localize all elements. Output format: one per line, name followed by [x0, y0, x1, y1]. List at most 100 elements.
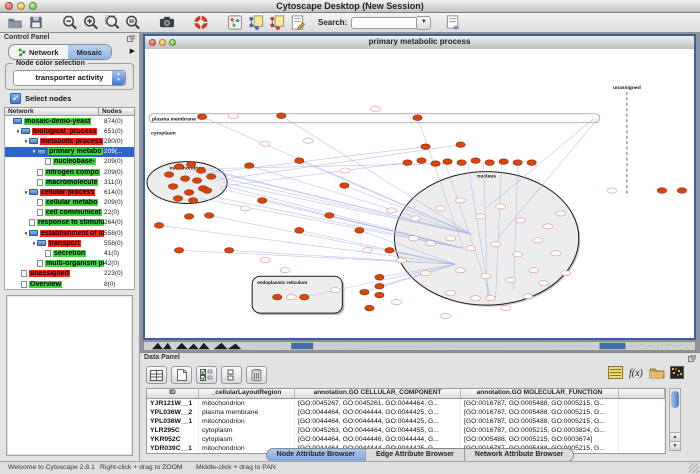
- search-dropdown-arrow[interactable]: ▼: [417, 16, 431, 30]
- delete-attribute-icon[interactable]: [246, 366, 267, 384]
- tree-row[interactable]: cell communicat22(0): [5, 208, 134, 218]
- search-config-icon[interactable]: [444, 14, 462, 31]
- resize-grip-icon[interactable]: [689, 463, 699, 473]
- folder-icon: [37, 149, 46, 155]
- zoom-selected-icon[interactable]: [103, 14, 121, 31]
- tree-row-count: 558(0): [104, 240, 134, 247]
- tree-row-count: 280(0): [104, 138, 134, 145]
- tree-row[interactable]: ▼cellular process614(0): [5, 187, 134, 197]
- network-file-icon: [37, 260, 43, 267]
- matrix-icon[interactable]: [670, 366, 684, 379]
- new-attribute-icon[interactable]: [171, 366, 192, 384]
- tab-network-attribute-browser[interactable]: Network Attribute Browser: [465, 449, 573, 461]
- status-pan-hint: Middle-click + drag to PAN: [196, 464, 276, 471]
- column-header[interactable]: [619, 389, 665, 398]
- column-header[interactable]: _cellularLayoutRegion: [199, 389, 295, 398]
- zoom-out-icon[interactable]: [61, 14, 79, 31]
- function-builder-icon[interactable]: f(x): [628, 366, 644, 379]
- table-row[interactable]: YKR052Ccytoplasm[GO:0044464, GO:0044446,…: [147, 435, 665, 444]
- annotation-icon[interactable]: [289, 14, 307, 31]
- table-cell: [GO:0044464, GO:0044446, GO:0044444, G..…: [295, 435, 461, 444]
- tree-column-nodes[interactable]: Nodes: [99, 108, 134, 115]
- tree-row[interactable]: ▼transport558(0): [5, 238, 134, 248]
- search-input[interactable]: [351, 17, 417, 29]
- zoom-fit-icon[interactable]: [124, 14, 142, 31]
- float-panel-icon[interactable]: [688, 355, 696, 362]
- tree-row-label: unassigned: [29, 270, 70, 277]
- folder-icon: [29, 230, 38, 236]
- attribute-batch-icon[interactable]: [608, 366, 623, 379]
- svg-text:nucleus: nucleus: [477, 174, 496, 180]
- table-row[interactable]: YJR121W__1mitochondrion[GO:0045267, GO:0…: [147, 399, 665, 408]
- layout-blue-icon[interactable]: [247, 14, 265, 31]
- tree-row-label: transport: [48, 240, 81, 247]
- tree-row[interactable]: multi-organism pro42(0): [5, 259, 134, 269]
- table-cell: [GO:0045267, GO:0045261, GO:0044464, G..…: [295, 399, 461, 408]
- tree-row[interactable]: macromolecule311(0): [5, 177, 134, 187]
- network-file-icon: [37, 169, 43, 176]
- tree-row[interactable]: mosaic-demo-yeast874(0): [5, 116, 134, 126]
- table-cell: [619, 417, 665, 426]
- folder-icon: [21, 128, 30, 134]
- table-cell: [GO:0005488, GO:0005215, GO:0003674]: [461, 435, 619, 444]
- table-cell: [GO:0045263, GO:0044464, GO:0044455, G..…: [295, 426, 461, 435]
- tab-overflow-arrow[interactable]: ▶: [130, 47, 135, 55]
- help-icon[interactable]: [192, 14, 210, 31]
- tab-node-attribute-browser[interactable]: Node Attribute Browser: [267, 449, 366, 461]
- column-header[interactable]: ID: [147, 389, 199, 398]
- table-cell: YLR295C: [147, 426, 199, 435]
- tree-row[interactable]: nitrogen compo209(0): [5, 167, 134, 177]
- table-cell: [GO:0044464, GO:0044444, GO:0044425, G..…: [295, 417, 461, 426]
- table-row[interactable]: YPL036W__2plasma membrane[GO:0044464, GO…: [147, 408, 665, 417]
- tree-row[interactable]: ▼primary metabo209(...: [5, 147, 134, 157]
- column-header[interactable]: annotation.GO CELLULAR_COMPONENT: [295, 389, 461, 398]
- tree-row-label: cell communicat: [45, 209, 102, 216]
- tree-row[interactable]: Overview8(0): [5, 279, 134, 289]
- network-file-icon: [37, 209, 43, 216]
- zoom-in-icon[interactable]: [82, 14, 100, 31]
- open-file-icon[interactable]: [6, 14, 24, 31]
- table-cell: YPL036W__2: [147, 408, 199, 417]
- folder-icon: [37, 240, 46, 246]
- node-color-select[interactable]: transporter activity ▲▼: [13, 70, 126, 86]
- scroll-up-arrow[interactable]: ▲: [670, 432, 680, 441]
- tree-row[interactable]: ▼biological_process651(0): [5, 126, 134, 136]
- network-file-icon: [37, 199, 43, 206]
- table-row[interactable]: YLR295Ccytoplasm[GO:0045263, GO:0044464,…: [147, 426, 665, 435]
- tree-row[interactable]: unassigned223(0): [5, 269, 134, 279]
- window-title: Cytoscape Desktop (New Session): [0, 1, 700, 11]
- tree-row[interactable]: ▼metabolic process280(0): [5, 136, 134, 146]
- layout-red-icon[interactable]: [268, 14, 286, 31]
- network-file-icon: [45, 158, 51, 165]
- vizmapper-icon[interactable]: [226, 14, 244, 31]
- background-window-strip[interactable]: [143, 341, 696, 351]
- snapshot-icon[interactable]: [158, 14, 176, 31]
- birdseye-view[interactable]: [6, 295, 133, 456]
- tree-row[interactable]: ▼establishment of lo558(0): [5, 228, 134, 238]
- table-mode-icon[interactable]: [146, 366, 167, 384]
- table-row[interactable]: YPL036W__1mitochondrion[GO:0044464, GO:0…: [147, 417, 665, 426]
- import-attributes-icon[interactable]: [649, 366, 665, 379]
- network-canvas[interactable]: plasma membranecytoplasmnucleusmitochond…: [145, 49, 694, 338]
- folder-icon: [29, 189, 38, 195]
- column-header[interactable]: annotation.GO MOLECULAR_FUNCTION: [461, 389, 619, 398]
- tree-row[interactable]: cellular metabo209(0): [5, 198, 134, 208]
- tab-network[interactable]: Network: [9, 45, 68, 59]
- scrollbar-thumb[interactable]: [671, 391, 679, 408]
- select-attributes-icon[interactable]: [196, 366, 217, 384]
- unselect-attributes-icon[interactable]: [221, 366, 242, 384]
- save-session-icon[interactable]: [27, 14, 45, 31]
- tab-edge-attribute-browser[interactable]: Edge Attribute Browser: [366, 449, 465, 461]
- tab-mosaic[interactable]: Mosaic: [68, 45, 111, 59]
- tree-column-network[interactable]: Network: [5, 108, 99, 115]
- float-panel-icon[interactable]: [127, 35, 135, 42]
- tree-row[interactable]: response to stimulu264(0): [5, 218, 134, 228]
- network-window-titlebar[interactable]: primary metabolic process: [145, 36, 694, 50]
- network-file-icon: [45, 250, 51, 257]
- select-nodes-checkbox[interactable]: ✓: [10, 93, 21, 104]
- table-scrollbar[interactable]: ▲ ▼: [669, 388, 681, 451]
- tree-row[interactable]: nucleobase-209(0): [5, 157, 134, 167]
- tree-row-label: secretion: [53, 250, 86, 257]
- tree-row-count: 651(0): [104, 128, 134, 135]
- tree-row[interactable]: secretion41(0): [5, 248, 134, 258]
